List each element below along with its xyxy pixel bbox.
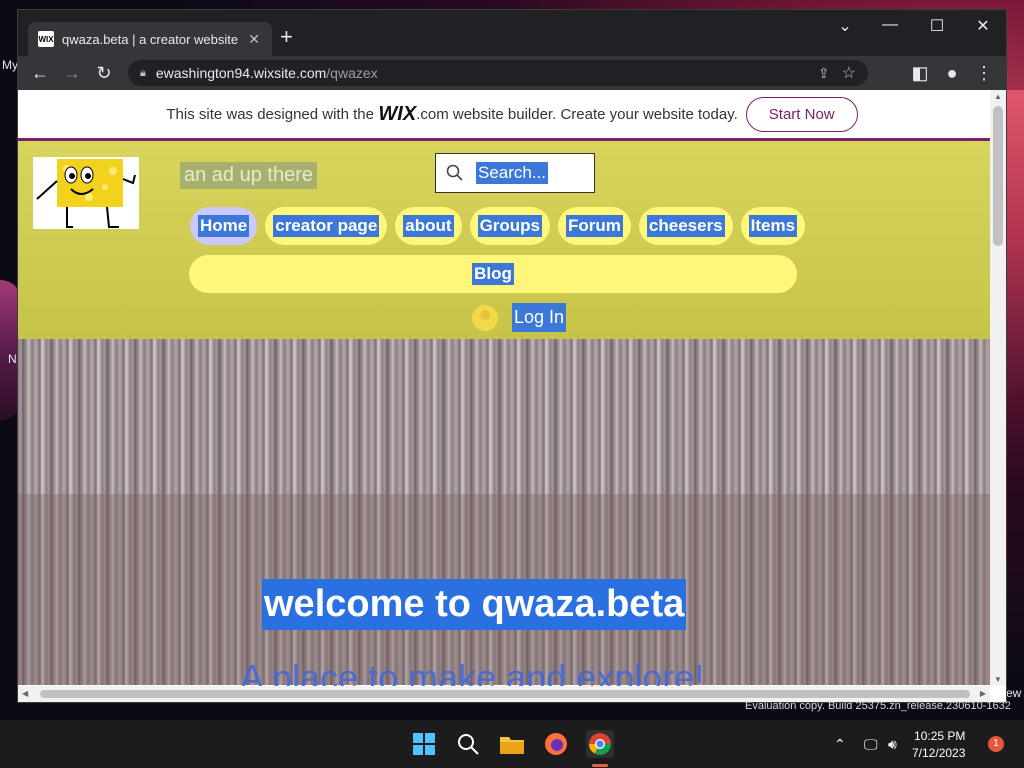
search-icon[interactable]: [454, 730, 482, 758]
nav-label: Groups: [477, 215, 543, 237]
desktop-wallpaper-right: [1004, 90, 1024, 390]
desktop-icon-label: N: [8, 352, 17, 366]
url-path: /qwazex: [326, 65, 378, 81]
minimize-button[interactable]: —: [878, 16, 902, 34]
side-panel-icon[interactable]: ◧: [908, 61, 932, 85]
wix-favicon-icon: WIX: [38, 31, 54, 47]
nav-label: Forum: [566, 215, 623, 237]
banner-text: .com website builder. Create your websit…: [416, 105, 738, 123]
file-explorer-icon[interactable]: [498, 730, 526, 758]
tray-overflow-chevron-icon[interactable]: ⌃: [834, 736, 846, 753]
url-host: ewashington94.wixsite.com: [155, 65, 327, 81]
tab-strip: WIX qwaza.beta | a creator website ✕ + ⌄…: [18, 10, 1006, 56]
desktop-icon-label: My: [2, 58, 18, 72]
page-viewport: This site was designed with the WIX .com…: [18, 90, 1006, 702]
chrome-icon[interactable]: [586, 730, 614, 758]
site-header: an ad up there Search... Home creator pa…: [18, 141, 990, 339]
search-placeholder: Search...: [476, 162, 549, 184]
desktop-icon-label: ew: [1006, 686, 1022, 700]
tab-title: qwaza.beta | a creator website: [62, 31, 239, 47]
wix-ad-banner: This site was designed with the WIX .com…: [18, 90, 1006, 141]
browser-tab[interactable]: WIX qwaza.beta | a creator website ✕: [28, 22, 272, 56]
browser-window: WIX qwaza.beta | a creator website ✕ + ⌄…: [18, 10, 1006, 702]
nav-item-cheesers[interactable]: cheesers: [638, 207, 733, 245]
nav-item-home[interactable]: Home: [190, 207, 258, 245]
notification-badge[interactable]: 1: [988, 736, 1004, 752]
scroll-right-arrow-icon[interactable]: ▶: [980, 689, 986, 698]
hero-section: welcome to qwaza.beta A place to make an…: [18, 339, 990, 698]
scroll-left-arrow-icon[interactable]: ◀: [22, 689, 28, 698]
scroll-down-arrow-icon[interactable]: ▼: [994, 675, 1002, 684]
nav-item-about[interactable]: about: [395, 207, 462, 245]
nav-label: Blog: [472, 263, 514, 285]
bookmark-star-icon[interactable]: ☆: [842, 63, 856, 83]
share-icon[interactable]: ⇪: [818, 65, 830, 82]
scroll-up-arrow-icon[interactable]: ▲: [994, 92, 1002, 101]
clock-time: 10:25 PM: [914, 729, 966, 743]
profile-icon[interactable]: ●: [940, 61, 964, 85]
reload-button[interactable]: ↻: [92, 61, 116, 85]
network-icon[interactable]: 🖵︎: [864, 736, 878, 753]
tab-search-chevron-icon[interactable]: ⌄: [833, 16, 857, 36]
search-icon: [446, 164, 463, 181]
ad-placeholder-text: an ad up there: [180, 162, 317, 189]
nav-label: cheesers: [646, 215, 725, 237]
site-search-input[interactable]: Search...: [435, 153, 595, 193]
site-nav: Home creator page about Groups Forum che…: [190, 207, 806, 245]
address-bar[interactable]: 🔒︎ ewashington94.wixsite.com /qwazex ⇪ ☆: [128, 60, 868, 86]
evaluation-watermark: Evaluation copy. Build 25375.zn_release.…: [745, 700, 1011, 712]
tab-close-icon[interactable]: ✕: [248, 31, 260, 48]
back-button[interactable]: ←: [28, 61, 52, 85]
lock-icon[interactable]: 🔒︎: [140, 67, 146, 80]
site-logo[interactable]: [33, 157, 139, 229]
browser-toolbar: ← → ↻ 🔒︎ ewashington94.wixsite.com /qwaz…: [18, 56, 1006, 90]
start-now-button[interactable]: Start Now: [745, 96, 858, 132]
login-button[interactable]: Log In: [472, 303, 567, 332]
cheese-mascot-icon: [36, 159, 136, 228]
nav-item-groups[interactable]: Groups: [469, 207, 551, 245]
start-windows-icon[interactable]: [410, 730, 438, 758]
wix-logo: WIX: [378, 102, 417, 125]
nav-label: Items: [748, 215, 798, 237]
volume-icon[interactable]: 🔊︎: [888, 736, 897, 753]
menu-kebab-icon[interactable]: ⋮: [972, 61, 996, 85]
system-clock[interactable]: 10:25 PM 7/12/2023: [912, 728, 965, 762]
nav-item-blog[interactable]: Blog: [189, 255, 797, 293]
vertical-scroll-thumb[interactable]: [993, 106, 1003, 246]
forward-button[interactable]: →: [60, 61, 84, 85]
nav-item-items[interactable]: Items: [740, 207, 806, 245]
maximize-button[interactable]: ☐: [925, 16, 949, 36]
nav-label: about: [403, 215, 454, 237]
vertical-scrollbar[interactable]: ▲ ▼: [990, 90, 1006, 686]
nav-label: Home: [198, 215, 250, 237]
horizontal-scroll-thumb[interactable]: [40, 690, 970, 698]
taskbar: ⌃ 🖵︎ 🔊︎ 10:25 PM 7/12/2023: [0, 720, 1024, 768]
user-avatar-icon: [472, 304, 498, 331]
active-app-indicator: [592, 764, 608, 767]
clock-date: 7/12/2023: [912, 746, 966, 760]
close-window-button[interactable]: ✕: [971, 16, 995, 36]
nav-item-forum[interactable]: Forum: [558, 207, 631, 245]
banner-text: This site was designed with the: [166, 105, 374, 123]
new-tab-button[interactable]: +: [280, 26, 293, 48]
firefox-icon[interactable]: [542, 730, 570, 758]
hero-title: welcome to qwaza.beta: [262, 579, 687, 630]
nav-label: creator page: [273, 215, 380, 237]
nav-item-creator-page[interactable]: creator page: [265, 207, 388, 245]
login-label: Log In: [512, 303, 567, 332]
